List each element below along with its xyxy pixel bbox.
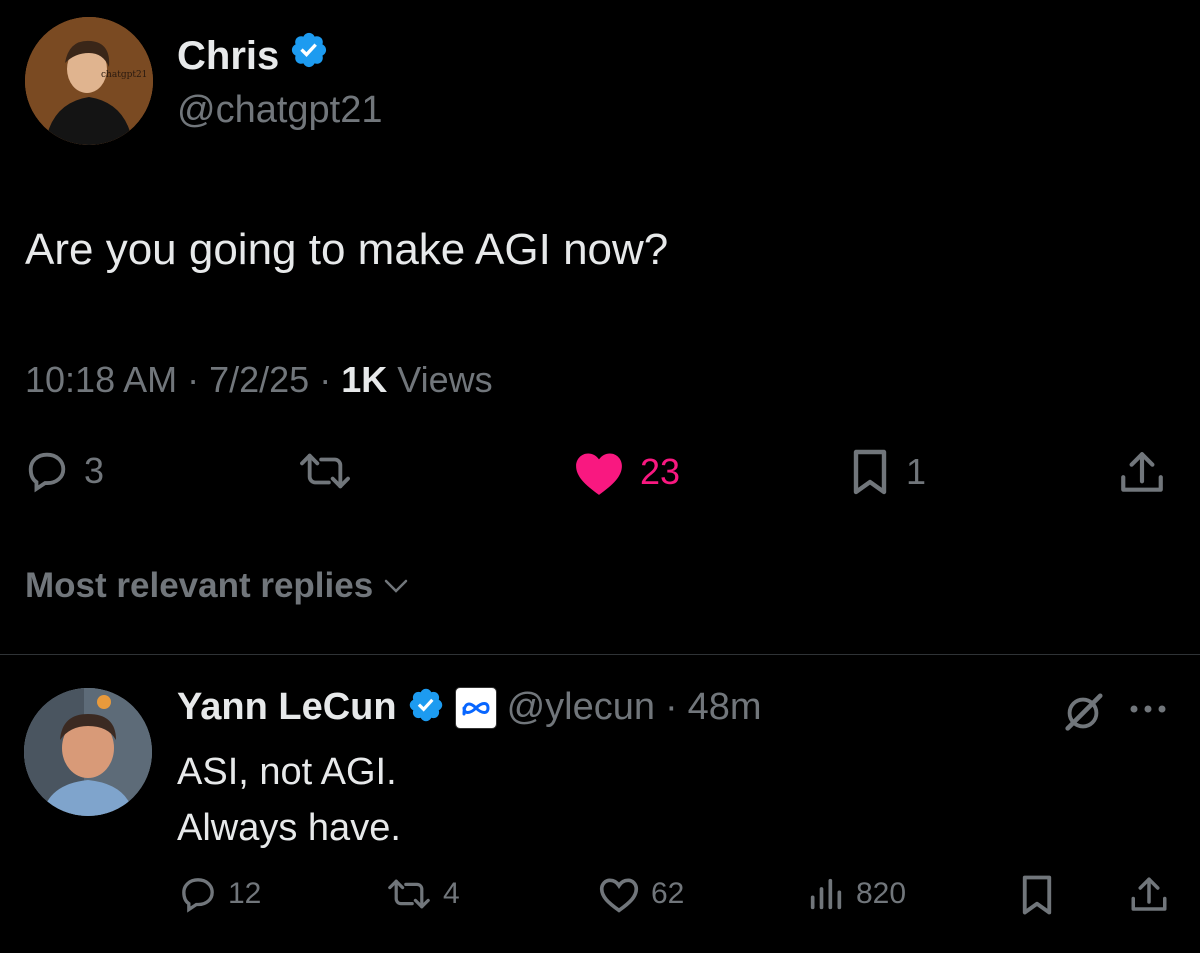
views-count: 1K: [341, 359, 388, 400]
author-handle[interactable]: @chatgpt21: [177, 88, 383, 134]
bookmark-button[interactable]: 1: [848, 448, 926, 496]
share-icon: [1121, 452, 1163, 492]
meta-separator: ·: [665, 686, 678, 728]
tweet-meta: 10:18 AM · 7/2/25 · 1K Views: [25, 358, 493, 401]
reply-like-button[interactable]: 62: [597, 874, 684, 914]
replies-sort-label: Most relevant replies: [25, 566, 374, 605]
reply-retweet-count: 4: [443, 877, 460, 910]
views-label: Views: [397, 359, 493, 400]
heart-outline-icon: [599, 878, 639, 913]
reply-author-name[interactable]: Yann LeCun: [177, 686, 397, 729]
reply-author-handle[interactable]: @ylecun: [507, 686, 655, 729]
tweet-text: Are you going to make AGI now?: [25, 225, 669, 274]
avatar-photo: [24, 688, 152, 816]
reply-age[interactable]: 48m: [688, 686, 762, 729]
meta-separator: ·: [187, 359, 200, 400]
reply-bookmark-button[interactable]: [1018, 874, 1056, 916]
reply-text: ASI, not AGI. Always have.: [177, 744, 401, 856]
reply-views-count: 820: [856, 877, 907, 910]
avatar-watermark: chatgpt21: [101, 70, 147, 80]
reply-reply-count: 12: [228, 877, 262, 910]
tweet-date[interactable]: 7/2/25: [209, 358, 309, 401]
replies-sort-dropdown[interactable]: Most relevant replies: [25, 566, 411, 606]
chevron-down-icon: [384, 579, 408, 593]
reply-text-line: Always have.: [177, 807, 401, 849]
author-name[interactable]: Chris: [177, 32, 279, 80]
divider: [0, 654, 1200, 655]
author-avatar[interactable]: chatgpt21: [25, 17, 153, 145]
reply-retweet-button[interactable]: 4: [385, 874, 460, 914]
like-button[interactable]: 23: [572, 448, 680, 496]
reply-icon: [182, 878, 214, 913]
grok-icon[interactable]: [1060, 690, 1106, 741]
reply-text-line: ASI, not AGI.: [177, 751, 397, 793]
share-icon: [1131, 877, 1167, 911]
more-icon[interactable]: [1128, 702, 1168, 720]
share-button[interactable]: [1117, 448, 1167, 498]
meta-affiliate-icon[interactable]: [454, 686, 497, 729]
verified-badge-icon: [407, 686, 445, 729]
reply-share-button[interactable]: [1128, 874, 1170, 916]
meta-separator: ·: [319, 359, 332, 400]
retweet-icon: [388, 879, 430, 909]
bookmark-icon: [853, 449, 887, 495]
author-name-row[interactable]: Chris: [177, 30, 329, 81]
reply-icon: [28, 452, 66, 493]
retweet-icon: [300, 453, 350, 489]
reply-views-button[interactable]: 820: [806, 874, 906, 914]
reply-header: Yann LeCun @ylecun · 48m: [177, 686, 762, 729]
like-count: 23: [640, 451, 681, 492]
views-icon: [810, 878, 842, 910]
bookmark-count: 1: [906, 451, 927, 492]
reply-count: 3: [84, 450, 105, 491]
reply-button[interactable]: 3: [24, 448, 104, 494]
avatar-illustration: chatgpt21: [25, 17, 153, 145]
verified-badge-icon: [289, 30, 329, 81]
retweet-button[interactable]: [296, 448, 354, 494]
tweet-time[interactable]: 10:18 AM: [25, 358, 177, 401]
reply-reply-button[interactable]: 12: [178, 874, 261, 914]
heart-filled-icon: [576, 453, 622, 495]
bookmark-icon: [1022, 875, 1052, 915]
reply-like-count: 62: [651, 877, 685, 910]
reply-author-avatar[interactable]: [24, 688, 152, 816]
